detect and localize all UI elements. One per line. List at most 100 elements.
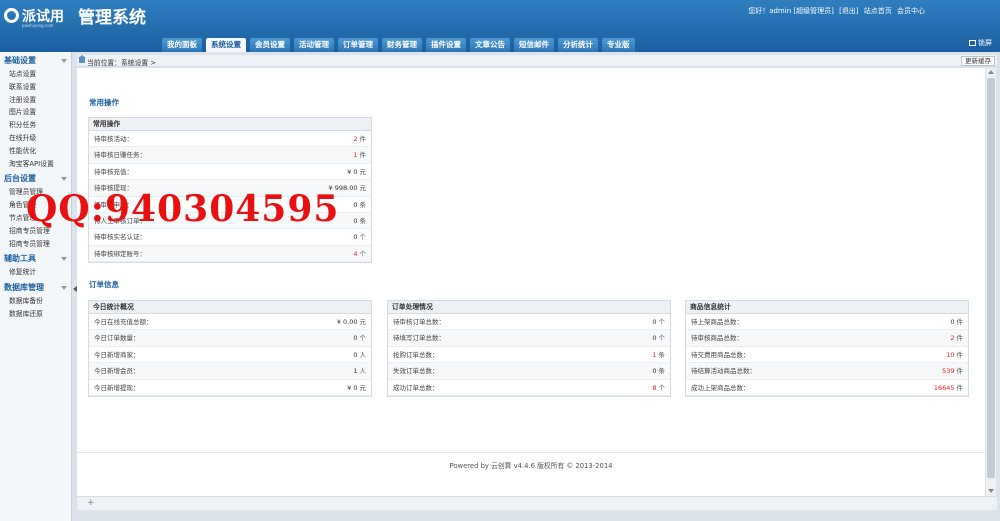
value-unit: 个: [658, 318, 666, 326]
table-row[interactable]: 今日在线充值总额： ¥ 0.00 元: [89, 314, 371, 331]
sidebar-item[interactable]: 数据库还原: [0, 308, 71, 321]
sidebar-group-label: 辅助工具: [4, 254, 36, 264]
table-row[interactable]: 今日新增会员： 1 人: [89, 363, 371, 380]
value-number: 0: [353, 200, 358, 209]
site-home-link[interactable]: 站点首页: [864, 7, 892, 15]
value-number: 4: [353, 249, 358, 258]
goods-stats-table: 商品信息统计 待上架商品总数： 0 件待审核商品总数： 2 件待交费用商品总数： 10 件待结…: [685, 300, 969, 397]
main-content: 常用操作 常用操作 待审核活动： 2 件待审核日赚任务： 1 件待审核充值： ¥ 0 元待审核…: [77, 68, 985, 496]
value-unit: 条: [658, 350, 666, 359]
sidebar-item[interactable]: 淘宝客API设置: [0, 158, 71, 171]
sidebar-item[interactable]: 联系设置: [0, 81, 71, 94]
sidebar-group-title[interactable]: 辅助工具: [0, 252, 71, 266]
sidebar-item[interactable]: 性能优化: [0, 145, 71, 158]
value-unit: 件: [956, 383, 964, 392]
nav-tab[interactable]: 插件设置: [426, 38, 466, 52]
logout-link[interactable]: [退出]: [839, 7, 858, 15]
value-unit: 元: [359, 184, 367, 193]
nav-tab[interactable]: 财务管理: [382, 38, 422, 52]
sidebar-group-label: 后台设置: [4, 174, 36, 184]
sidebar-item[interactable]: 积分任务: [0, 119, 71, 132]
logo[interactable]: 派试用 paishiyong.com: [4, 5, 72, 28]
value-number: 1: [353, 151, 358, 160]
table-row[interactable]: 待审核活动： 2 件: [89, 131, 371, 148]
nav-tab[interactable]: 短信邮件: [514, 38, 554, 52]
table-row[interactable]: 待交费用商品总数： 10 件: [686, 347, 968, 364]
nav-tab[interactable]: 文章公告: [470, 38, 510, 52]
table-row[interactable]: 失效订单总数： 0 条: [388, 363, 670, 380]
sidebar-item[interactable]: 站点设置: [0, 68, 71, 81]
table-row[interactable]: 今日订单数量： 0 个: [89, 330, 371, 347]
value-unit: 条: [359, 200, 367, 209]
table-row[interactable]: 待审核充值： ¥ 0元: [89, 164, 371, 181]
table-row[interactable]: 今日新增提现： ¥ 0元: [89, 380, 371, 396]
sidebar-item[interactable]: 在线升级: [0, 132, 71, 145]
table-row[interactable]: 待结算活动商品总数： 539 件: [686, 363, 968, 380]
lock-screen-button[interactable]: 锁屏: [969, 38, 992, 48]
sidebar-item[interactable]: 数据库备份: [0, 295, 71, 308]
scroll-thumb[interactable]: [987, 78, 995, 478]
value-number: 0: [353, 350, 358, 359]
value-number: 2: [353, 135, 358, 143]
nav-tab[interactable]: 系统设置: [206, 38, 246, 52]
logo-icon: [4, 8, 19, 23]
table-row[interactable]: 待上架商品总数： 0 件: [686, 314, 968, 331]
sidebar-group-label: 基础设置: [4, 56, 36, 65]
logo-subtext: paishiyong.com: [22, 23, 54, 28]
scroll-up-icon[interactable]: [988, 70, 994, 74]
table-row[interactable]: 待审核实名认证： 0 个: [89, 229, 371, 246]
sidebar-group-title[interactable]: 数据库管理: [0, 281, 71, 295]
table-body: 待上架商品总数： 0 件待审核商品总数： 2 件待交费用商品总数： 10 件待结算活动商品总…: [686, 314, 968, 396]
value-unit: 个: [359, 233, 367, 242]
value-number: 16645: [933, 383, 955, 392]
table-row[interactable]: 待填写订单总数： 0 个: [388, 330, 670, 347]
table-row[interactable]: 今日新增商家： 0 人: [89, 347, 371, 364]
nav-tab[interactable]: 会员设置: [250, 38, 290, 52]
nav-tab[interactable]: 我的面板: [162, 38, 202, 52]
value-unit: 人: [359, 367, 367, 376]
row-value: 0条: [353, 213, 366, 229]
scroll-down-icon[interactable]: [988, 489, 994, 493]
table-row[interactable]: 待审核商品总数： 2 件: [686, 330, 968, 347]
row-label: 今日新增商家：: [94, 350, 140, 359]
refresh-cache-button[interactable]: 更新缓存: [961, 56, 995, 66]
row-value: 0个: [652, 314, 665, 330]
table-row[interactable]: 成功上架商品总数： 16645 件: [686, 380, 968, 396]
lock-icon: [969, 40, 976, 46]
row-value: 10 件: [946, 347, 963, 363]
sidebar-group-title[interactable]: 后台设置: [0, 172, 71, 186]
row-label: 今日新增会员：: [94, 367, 140, 376]
nav-tab[interactable]: 专业版: [602, 38, 635, 52]
row-label: 待填写订单总数：: [393, 334, 445, 343]
add-icon[interactable]: +: [87, 498, 95, 508]
nav-tab[interactable]: 分析统计: [558, 38, 598, 52]
row-label: 成功订单总数：: [393, 383, 439, 392]
chevron-down-icon: [61, 286, 67, 291]
sidebar-item[interactable]: 招商专员管理: [0, 238, 71, 251]
nav-tab[interactable]: 活动管理: [294, 38, 334, 52]
table-row[interactable]: 成功订单总数： 8 个: [388, 380, 670, 396]
chevron-down-icon: [61, 59, 67, 63]
header-bar: 派试用 paishiyong.com 管理系统 您好！admin [超级管理员]…: [0, 0, 1000, 52]
table-row[interactable]: 抢购订单总数： 1 条: [388, 347, 670, 364]
table-row[interactable]: 待审核订单总数： 0 个: [388, 314, 670, 331]
value-number: 0: [950, 318, 955, 326]
member-center-link[interactable]: 会员中心: [897, 7, 925, 15]
orders-section-title: 订单信息: [89, 280, 119, 289]
table-row[interactable]: 待审核绑定账号： 4 个: [89, 245, 371, 263]
sidebar-item[interactable]: 图片设置: [0, 106, 71, 119]
row-label: 今日新增提现：: [94, 383, 140, 392]
system-title: 管理系统: [78, 8, 146, 28]
value-unit: 条: [658, 367, 666, 376]
sidebar-item[interactable]: 修复统计: [0, 266, 71, 279]
scrollbar[interactable]: [986, 68, 996, 496]
sidebar-item[interactable]: 注册设置: [0, 94, 71, 107]
value-number: 0: [652, 367, 657, 376]
nav-tab[interactable]: 订单管理: [338, 38, 378, 52]
table-row[interactable]: 待审核日赚任务： 1 件: [89, 147, 371, 164]
value-unit: 元: [359, 318, 367, 326]
table-header: 常用操作: [89, 118, 371, 131]
sidebar-group-title[interactable]: 基础设置: [0, 54, 71, 68]
row-label: 待审核商品总数：: [691, 334, 743, 343]
row-value: 0人: [353, 347, 366, 363]
